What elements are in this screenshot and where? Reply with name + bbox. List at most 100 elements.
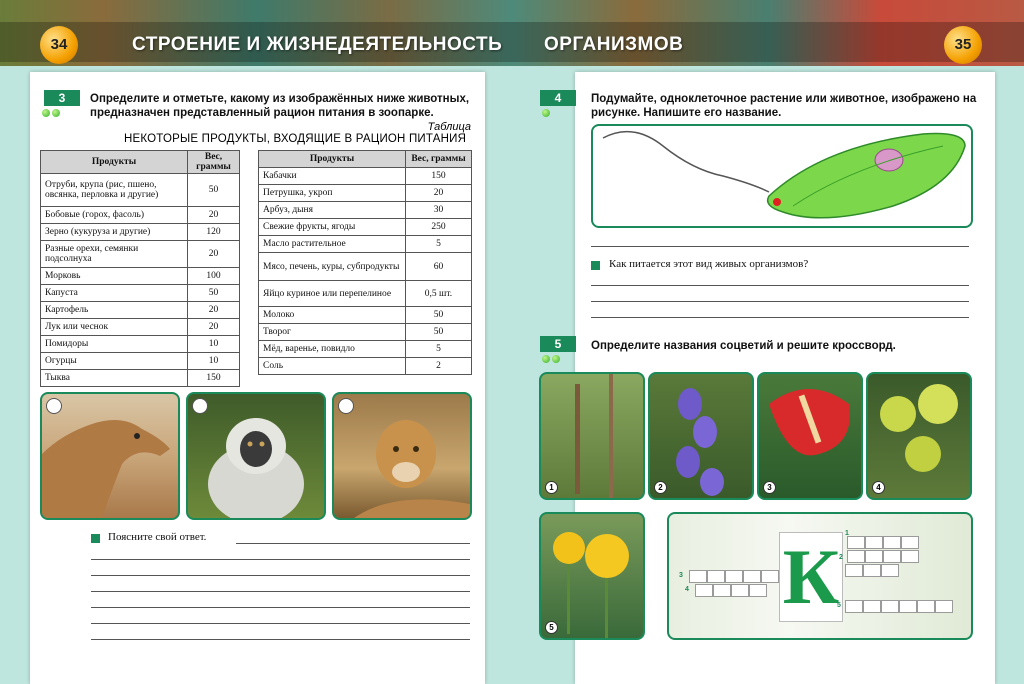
camel-image <box>42 420 170 518</box>
right-page: 4 Подумайте, одноклеточное растение или … <box>539 72 995 684</box>
table-row: Разные орехи, семянки подсолнуха 20 <box>40 240 240 268</box>
crossword-cell[interactable] <box>847 550 865 563</box>
answer-line[interactable] <box>91 559 470 560</box>
weight-cell: 20 <box>187 301 240 319</box>
answer-line[interactable] <box>91 591 470 592</box>
column-header: Продукты <box>40 150 188 174</box>
product-cell: Отруби, крупа (рис, пшено, овсянка, перл… <box>40 173 188 207</box>
task-4-badge: 4 <box>540 90 576 106</box>
crossword-cell[interactable] <box>917 600 935 613</box>
weight-cell: 5 <box>405 340 472 358</box>
weight-cell: 100 <box>187 267 240 285</box>
crossword-cell[interactable] <box>881 600 899 613</box>
task-3-text: Определите и отметьте, какому из изображ… <box>90 93 470 119</box>
difficulty-dots <box>542 355 560 363</box>
monkey-photo[interactable] <box>186 392 326 520</box>
photo-number: 3 <box>763 481 776 494</box>
page-number-right: 35 <box>944 26 982 64</box>
answer-checkbox[interactable] <box>338 398 354 414</box>
crossword-cell[interactable] <box>863 600 881 613</box>
crossword-cell[interactable] <box>863 564 881 577</box>
crossword-cell[interactable] <box>847 536 865 549</box>
table-row: Тыква 150 <box>40 369 240 387</box>
table-label: Таблица <box>427 121 471 133</box>
crossword-cell[interactable] <box>935 600 953 613</box>
table-row: Зерно (кукуруза и другие) 120 <box>40 223 240 241</box>
table-row: Огурцы 10 <box>40 352 240 370</box>
product-cell: Капуста <box>40 284 188 302</box>
table-row: Помидоры 10 <box>40 335 240 353</box>
crossword-cell[interactable] <box>761 570 779 583</box>
weight-cell: 2 <box>405 357 472 375</box>
answer-line[interactable] <box>91 639 470 640</box>
weight-cell: 30 <box>405 201 472 219</box>
crossword-number: 5 <box>837 602 841 609</box>
crossword-cell[interactable] <box>731 584 749 597</box>
answer-line[interactable] <box>591 246 969 247</box>
column-header: Продукты <box>258 150 406 168</box>
table-row: Мёд, варенье, повидло 5 <box>258 340 472 358</box>
lioness-photo[interactable] <box>332 392 472 520</box>
crossword-cell[interactable] <box>749 584 767 597</box>
answer-line[interactable] <box>91 623 470 624</box>
crossword-cell[interactable] <box>881 564 899 577</box>
inflorescence-photo-1: 1 <box>539 372 645 500</box>
weight-cell: 20 <box>187 206 240 224</box>
table-row: Творог 50 <box>258 323 472 341</box>
header-title-right: ОРГАНИЗМОВ <box>544 34 684 55</box>
answer-line[interactable] <box>591 285 969 286</box>
crossword-cell[interactable] <box>725 570 743 583</box>
table-row: Картофель 20 <box>40 301 240 319</box>
crossword-cell[interactable] <box>899 600 917 613</box>
euglena-illustration <box>591 124 973 228</box>
crossword-cell[interactable] <box>901 536 919 549</box>
product-cell: Яйцо куриное или перепелиное <box>258 280 406 307</box>
crossword-cell[interactable] <box>713 584 731 597</box>
product-cell: Арбуз, дыня <box>258 201 406 219</box>
camel-photo[interactable] <box>40 392 180 520</box>
product-cell: Мёд, варенье, повидло <box>258 340 406 358</box>
products-table-right: Продукты Вес, граммы Кабачки 150 Петрушка,… <box>258 150 472 375</box>
table-row: Капуста 50 <box>40 284 240 302</box>
crossword-cell[interactable] <box>845 600 863 613</box>
answer-checkbox[interactable] <box>46 398 62 414</box>
crossword-panel: К 1 2 3 4 5 <box>667 512 973 640</box>
crossword-cell[interactable] <box>901 550 919 563</box>
table-row: Кабачки 150 <box>258 167 472 185</box>
weight-cell: 50 <box>187 284 240 302</box>
weight-cell: 50 <box>405 306 472 324</box>
explain-prompt: Поясните свой ответ. <box>108 531 207 543</box>
answer-checkbox[interactable] <box>192 398 208 414</box>
crossword-cell[interactable] <box>695 584 713 597</box>
product-cell: Молоко <box>258 306 406 324</box>
table-row: Молоко 50 <box>258 306 472 324</box>
crossword-cell[interactable] <box>743 570 761 583</box>
answer-line[interactable] <box>236 543 470 544</box>
table-row: Свежие фрукты, ягоды 250 <box>258 218 472 236</box>
euglena-image <box>602 130 966 219</box>
answer-line[interactable] <box>591 301 969 302</box>
crossword-number: 3 <box>679 572 683 579</box>
inflorescence-photo-2: 2 <box>648 372 754 500</box>
table-title: НЕКОТОРЫЕ ПРОДУКТЫ, ВХОДЯЩИЕ В РАЦИОН ПИ… <box>124 133 467 145</box>
product-cell: Разные орехи, семянки подсолнуха <box>40 240 188 268</box>
answer-line[interactable] <box>91 607 470 608</box>
answer-line[interactable] <box>591 317 969 318</box>
crossword-key-letter: К <box>779 532 843 622</box>
product-cell: Огурцы <box>40 352 188 370</box>
crossword-cell[interactable] <box>689 570 707 583</box>
product-cell: Тыква <box>40 369 188 387</box>
table-row: Масло растительное 5 <box>258 235 472 253</box>
table-row: Петрушка, укроп 20 <box>258 184 472 202</box>
question-marker <box>91 534 100 543</box>
answer-line[interactable] <box>91 575 470 576</box>
crossword-cell[interactable] <box>865 550 883 563</box>
crossword-cell[interactable] <box>845 564 863 577</box>
crossword-cell[interactable] <box>865 536 883 549</box>
page-header: 34 СТРОЕНИЕ И ЖИЗНЕДЕЯТЕЛЬНОСТЬ ОРГАНИЗМ… <box>0 0 1024 66</box>
crossword-cell[interactable] <box>883 550 901 563</box>
photo-number: 4 <box>872 481 885 494</box>
crossword-cell[interactable] <box>883 536 901 549</box>
left-page: 3 Определите и отметьте, какому из изобр… <box>30 72 485 684</box>
crossword-cell[interactable] <box>707 570 725 583</box>
